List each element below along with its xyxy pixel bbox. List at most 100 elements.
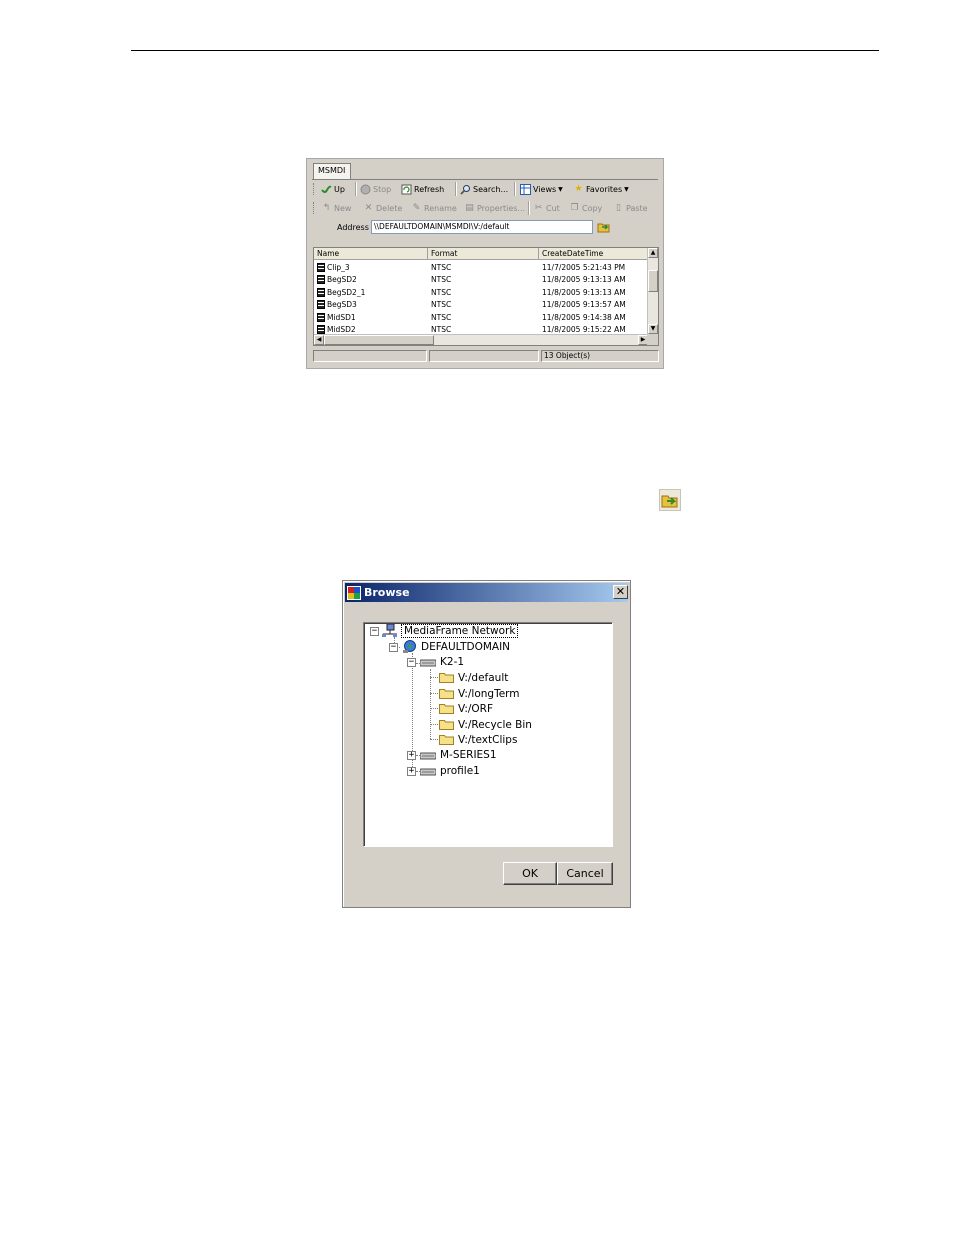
clip-name: BegSD2 — [327, 275, 357, 285]
tree-node-label: V:/Recycle Bin — [458, 718, 532, 731]
address-field[interactable]: \\DEFAULTDOMAIN\MSMDI\V:/default — [371, 220, 593, 234]
status-pane-1 — [313, 350, 427, 362]
toolbar-grip[interactable] — [313, 183, 316, 195]
collapse-toggle[interactable]: − — [389, 643, 398, 652]
tab-msmdi[interactable]: MSMDI — [313, 163, 351, 179]
ok-button[interactable]: OK — [503, 862, 557, 885]
tree-node-m-series1[interactable]: M-SERIES1 — [419, 747, 497, 762]
rename-button[interactable]: ✎ Rename — [411, 200, 457, 216]
folder-icon — [439, 688, 454, 699]
clip-date: 11/8/2005 9:15:22 AM — [542, 325, 626, 335]
tree-node-label: M-SERIES1 — [440, 748, 497, 761]
expand-toggle[interactable]: + — [407, 751, 416, 760]
properties-button[interactable]: ▤ Properties... — [464, 200, 525, 216]
copy-label: Copy — [582, 203, 603, 213]
tree-node-label: profile1 — [440, 764, 480, 777]
list-header: Name Format CreateDateTime — [314, 248, 648, 260]
expand-toggle[interactable]: + — [407, 767, 416, 776]
status-bar: 13 Object(s) — [313, 350, 659, 362]
new-button[interactable]: ↰ New — [321, 200, 352, 216]
tree-node-label: V:/default — [458, 671, 509, 684]
tree-node-root[interactable]: MediaFrame Network — [382, 623, 519, 638]
scroll-down-arrow-icon[interactable]: ▼ — [648, 324, 658, 334]
toolbar-grip[interactable] — [313, 202, 316, 214]
clip-date: 11/7/2005 5:21:43 PM — [542, 262, 626, 272]
views-dropdown[interactable]: Views ▼ — [520, 181, 563, 197]
copy-button[interactable]: ❐ Copy — [569, 200, 602, 216]
stop-label: Stop — [373, 184, 392, 194]
column-header-format[interactable]: Format — [428, 248, 539, 260]
dialog-title: Browse — [364, 586, 410, 599]
vertical-scroll-thumb[interactable] — [648, 270, 658, 292]
drive-icon — [419, 748, 437, 762]
tree-connector — [430, 739, 438, 740]
favorites-dropdown[interactable]: ★ Favorites ▼ — [573, 181, 628, 197]
drive-icon — [419, 764, 437, 778]
tree-node-label: V:/textClips — [458, 733, 518, 746]
dialog-titlebar[interactable]: Browse ✕ — [345, 583, 628, 602]
new-label: New — [334, 203, 352, 213]
tree-node-folder[interactable]: V:/textClips — [439, 732, 517, 747]
scroll-up-arrow-icon[interactable]: ▲ — [648, 248, 658, 258]
clip-list-view[interactable]: Name Format CreateDateTime Clip_3 NTSC 1… — [313, 247, 659, 346]
folder-tree[interactable]: − MediaFrame Network − DEFAULTDOMAIN − K… — [363, 622, 613, 847]
horizontal-scrollbar[interactable]: ◀ ▶ — [314, 334, 648, 345]
clip-name: MidSD2 — [327, 325, 356, 335]
stop-button[interactable]: Stop — [360, 181, 391, 197]
search-icon — [460, 184, 471, 195]
vertical-scrollbar[interactable]: ▲ ▼ — [647, 248, 658, 334]
list-row[interactable]: MidSD1 NTSC 11/8/2005 9:14:38 AM — [314, 311, 648, 324]
clip-format: NTSC — [431, 262, 452, 272]
tree-node-k2-1[interactable]: K2-1 — [419, 654, 464, 669]
tree-node-folder[interactable]: V:/Recycle Bin — [439, 717, 532, 732]
toolbar-separator — [355, 182, 357, 196]
tree-node-folder[interactable]: V:/default — [439, 670, 508, 685]
tree-node-label: MediaFrame Network — [400, 623, 519, 638]
folder-icon — [439, 734, 454, 745]
list-row[interactable]: BegSD2 NTSC 11/8/2005 9:13:13 AM — [314, 274, 648, 287]
address-label: Address — [337, 223, 369, 232]
clip-format: NTSC — [431, 312, 452, 322]
close-button[interactable]: ✕ — [613, 585, 628, 599]
clip-name: BegSD3 — [327, 300, 357, 310]
clip-icon — [317, 300, 325, 310]
list-row[interactable]: BegSD2_1 NTSC 11/8/2005 9:13:13 AM — [314, 286, 648, 299]
paste-button[interactable]: ▯ Paste — [613, 200, 648, 216]
tree-node-folder[interactable]: V:/longTerm — [439, 686, 520, 701]
list-row[interactable]: Clip_3 NTSC 11/7/2005 5:21:43 PM — [314, 261, 648, 274]
msmdi-explorer-window: MSMDI Up Stop Refresh Search... Views ▼ — [306, 158, 664, 369]
rename-label: Rename — [424, 203, 457, 213]
edit-toolbar: ↰ New ✕ Delete ✎ Rename ▤ Properties... … — [313, 200, 661, 216]
status-object-count: 13 Object(s) — [541, 350, 659, 362]
column-header-name[interactable]: Name — [314, 248, 428, 260]
tree-node-profile1[interactable]: profile1 — [419, 763, 480, 778]
clip-date: 11/8/2005 9:14:38 AM — [542, 312, 626, 322]
scroll-left-arrow-icon[interactable]: ◀ — [314, 335, 324, 345]
tree-connector — [430, 693, 438, 694]
cancel-button[interactable]: Cancel — [557, 862, 613, 885]
paste-icon: ▯ — [616, 202, 621, 213]
tree-node-label: DEFAULTDOMAIN — [421, 640, 511, 653]
favorites-label: Favorites — [586, 184, 623, 194]
column-header-createdatetime[interactable]: CreateDateTime — [539, 248, 648, 260]
refresh-button[interactable]: Refresh — [401, 181, 444, 197]
collapse-toggle[interactable]: − — [370, 627, 379, 636]
close-icon: ✕ — [615, 585, 626, 598]
go-folder-icon — [659, 489, 681, 511]
tree-node-domain[interactable]: DEFAULTDOMAIN — [401, 639, 510, 654]
horizontal-scroll-thumb[interactable] — [324, 335, 434, 345]
cut-button[interactable]: ✂ Cut — [533, 200, 560, 216]
new-icon: ↰ — [322, 202, 331, 213]
tree-node-label: V:/longTerm — [458, 687, 520, 700]
clip-name: Clip_3 — [327, 262, 350, 272]
delete-button[interactable]: ✕ Delete — [363, 200, 403, 216]
list-row[interactable]: BegSD3 NTSC 11/8/2005 9:13:57 AM — [314, 299, 648, 312]
copy-icon: ❐ — [570, 202, 579, 213]
tree-node-folder[interactable]: V:/ORF — [439, 701, 493, 716]
search-button[interactable]: Search... — [460, 181, 508, 197]
up-button[interactable]: Up — [321, 181, 345, 197]
go-folder-icon[interactable] — [597, 220, 611, 234]
clip-date: 11/8/2005 9:13:57 AM — [542, 300, 626, 310]
network-icon — [382, 623, 398, 638]
collapse-toggle[interactable]: − — [407, 658, 416, 667]
